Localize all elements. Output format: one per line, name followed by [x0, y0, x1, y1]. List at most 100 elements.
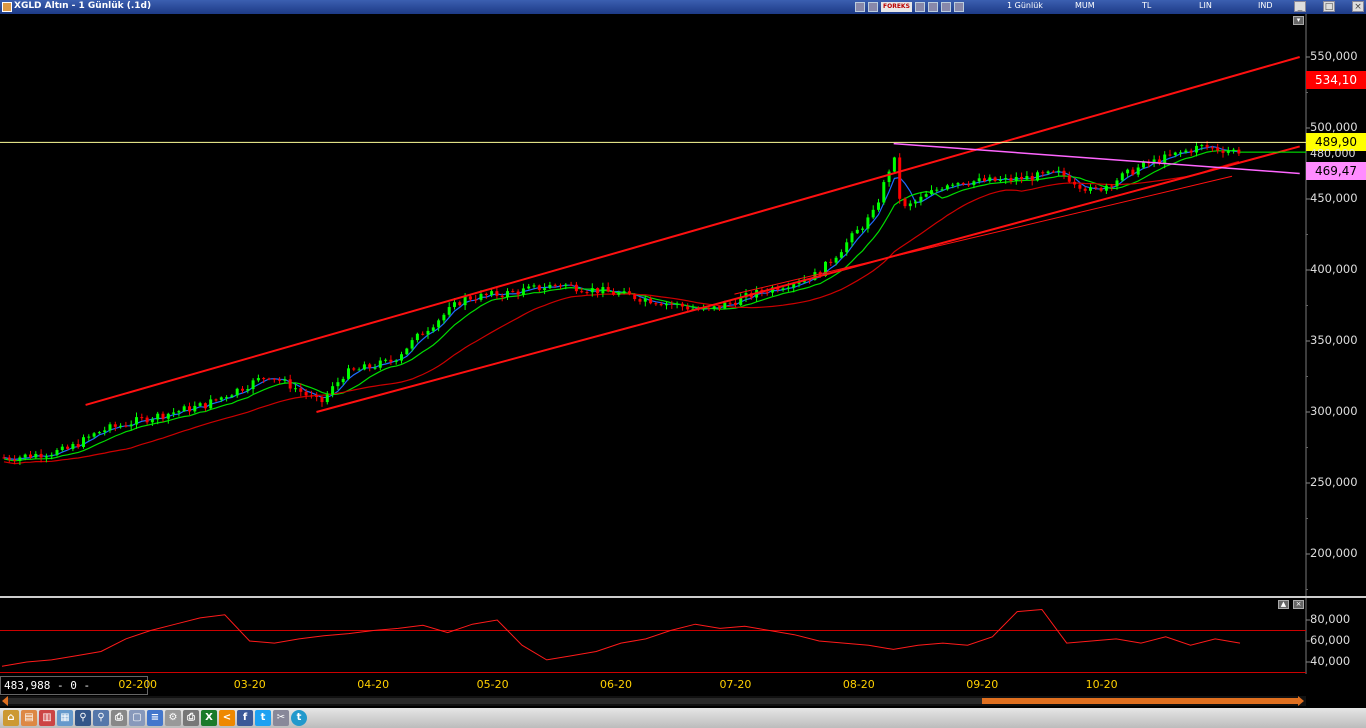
x-tick-label: 07-20	[719, 678, 752, 691]
price-chart[interactable]	[0, 14, 1366, 596]
zoom-icon[interactable]: ⚲	[93, 710, 109, 726]
settings-icon[interactable]: ⚙	[165, 710, 181, 726]
candle-body	[241, 388, 244, 391]
candle-body	[781, 288, 785, 291]
candle-body	[977, 178, 981, 182]
close-button[interactable]: ×	[1352, 1, 1364, 12]
candle-body	[707, 308, 711, 310]
candle-body	[956, 183, 960, 185]
candle-body	[1025, 176, 1029, 180]
candle-body	[283, 379, 287, 381]
pencil-icon[interactable]	[927, 2, 938, 12]
candle-body	[219, 397, 223, 400]
currency-selector[interactable]: TL	[1142, 1, 1151, 10]
rsi-chart[interactable]	[0, 598, 1366, 674]
excel-icon[interactable]: X	[201, 710, 217, 726]
price-badge: 469,47	[1306, 162, 1366, 181]
y-tick-label: 400,000	[1310, 262, 1358, 276]
candle-body	[569, 284, 573, 286]
candle-body	[119, 425, 123, 427]
candle-body	[50, 454, 54, 457]
candle-body	[686, 306, 690, 310]
candle-body	[919, 196, 923, 202]
candle-body	[967, 184, 971, 186]
rsi-tick-label: 60,000	[1310, 633, 1351, 647]
candle-body	[166, 413, 170, 419]
candle-body	[733, 302, 737, 306]
y-tick-label: 350,000	[1310, 333, 1358, 347]
x-tick-label: 04-20	[357, 678, 390, 691]
line-icon[interactable]	[940, 2, 951, 12]
candle-body	[357, 369, 361, 371]
candle-body	[230, 395, 234, 398]
scroll-track[interactable]	[8, 698, 1298, 704]
forex-logo[interactable]: FOREKS	[881, 2, 912, 12]
new-window-icon[interactable]: ⌂	[3, 710, 19, 726]
candle-body	[871, 209, 875, 218]
candle-body	[961, 183, 965, 185]
candle-body	[649, 298, 653, 304]
info-icon[interactable]: t	[291, 710, 307, 726]
facebook-icon[interactable]: f	[237, 710, 253, 726]
candle-body	[559, 285, 562, 287]
candle-body	[124, 425, 128, 427]
candle-body	[490, 291, 494, 295]
candle-body	[325, 394, 329, 403]
candle-body	[267, 378, 271, 380]
candle-body	[389, 359, 393, 362]
chart-minimize-button[interactable]: ▾	[1293, 16, 1304, 25]
candle-body	[129, 424, 133, 427]
minimize-button[interactable]: _	[1294, 1, 1306, 12]
candle-body	[177, 411, 181, 413]
share-icon[interactable]: <	[219, 710, 235, 726]
rsi-close-button[interactable]: ×	[1293, 600, 1304, 609]
grid-icon[interactable]	[914, 2, 925, 12]
y-tick-label: 550,000	[1310, 49, 1358, 63]
symbol-icon[interactable]	[855, 2, 865, 12]
candle-body	[336, 382, 340, 387]
candle-body	[935, 189, 939, 191]
database-icon[interactable]: ≡	[147, 710, 163, 726]
candle-body	[39, 453, 43, 458]
rsi-settings-button[interactable]: ▲	[1278, 600, 1289, 609]
chart-icon[interactable]: ▥	[39, 710, 55, 726]
candle-body	[463, 296, 467, 306]
window-title: XGLD Altın - 1 Günlük (.1d)	[14, 1, 152, 11]
undo-icon[interactable]	[953, 2, 964, 12]
candle-body	[723, 302, 727, 309]
candle-body	[145, 417, 149, 423]
scroll-right-icon[interactable]	[1298, 696, 1304, 706]
period-selector[interactable]: 1 Günlük	[1007, 1, 1043, 10]
candle-body	[431, 327, 435, 331]
indicator-selector[interactable]: IND	[1258, 1, 1273, 10]
candle-body	[617, 292, 621, 295]
folder-icon[interactable]: ▤	[21, 710, 37, 726]
twitter-icon[interactable]: t	[255, 710, 271, 726]
candle-body	[1046, 171, 1050, 174]
copy-icon[interactable]	[868, 2, 878, 12]
candle-body	[537, 285, 541, 290]
printer-icon[interactable]: ⎙	[183, 710, 199, 726]
candle-body	[304, 391, 308, 396]
candle-body	[627, 291, 631, 295]
lower-channel-line	[316, 145, 1300, 413]
candle-body	[564, 284, 568, 287]
document-icon[interactable]: ▢	[129, 710, 145, 726]
candle-body	[2, 457, 6, 459]
y-tick-label: 500,000	[1310, 120, 1358, 134]
chart-style-selector[interactable]: MUM	[1075, 1, 1095, 10]
candle-body	[1004, 178, 1008, 180]
candle-body	[309, 395, 313, 397]
scroll-thumb[interactable]	[982, 698, 1298, 704]
search-icon[interactable]: ⚲	[75, 710, 91, 726]
maximize-button[interactable]: □	[1323, 1, 1335, 12]
candle-body	[765, 292, 769, 294]
candle-body	[474, 299, 478, 301]
scale-selector[interactable]: LIN	[1199, 1, 1212, 10]
tools-icon[interactable]: ✂	[273, 710, 289, 726]
candle-body	[829, 261, 833, 263]
candle-body	[1120, 173, 1124, 181]
horizontal-scrollbar[interactable]	[0, 696, 1306, 706]
print-icon[interactable]: ⎙	[111, 710, 127, 726]
grid-icon[interactable]: ▦	[57, 710, 73, 726]
